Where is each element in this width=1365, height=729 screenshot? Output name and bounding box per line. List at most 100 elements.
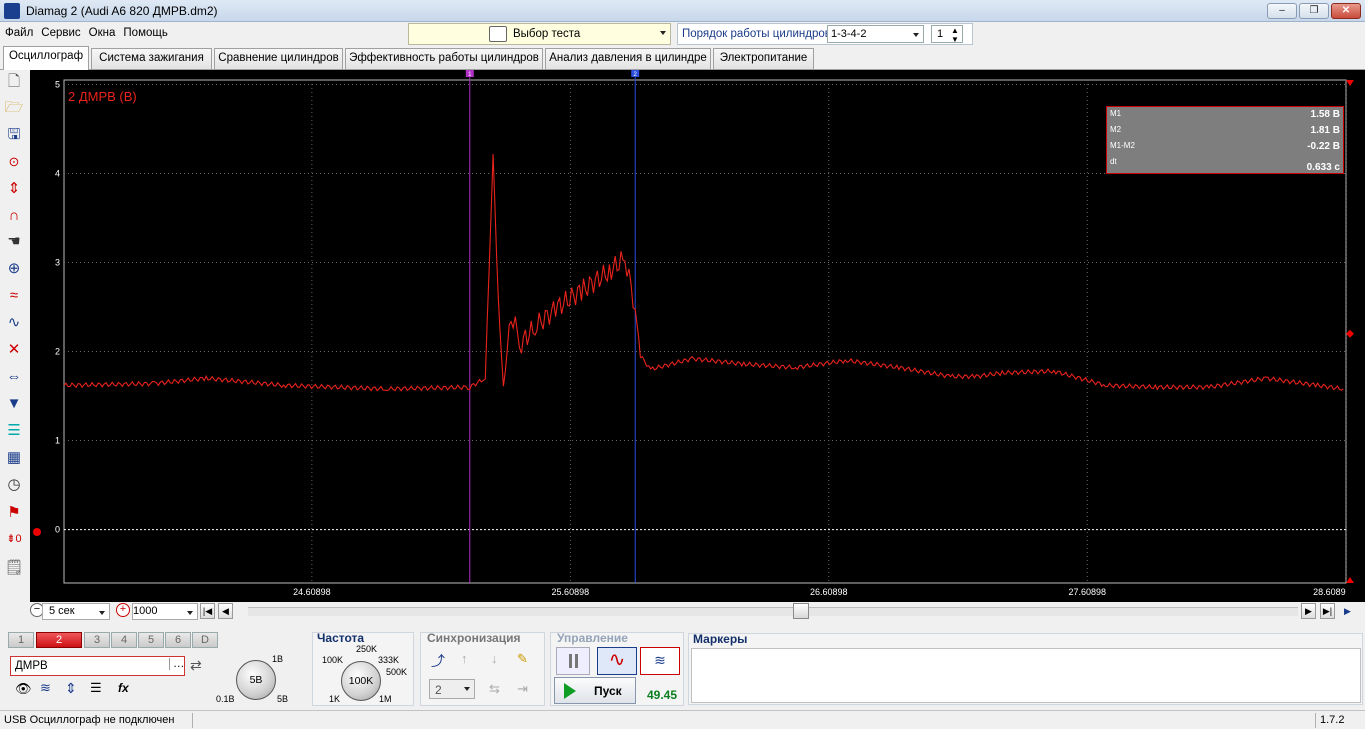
markers-list[interactable] [691,648,1361,703]
time-base-select[interactable]: 5 сек [42,603,110,620]
auto-trigger-icon[interactable]: ✎ [517,651,528,667]
horizontal-scrollbar[interactable] [248,603,1298,619]
chevron-down-icon [187,611,193,615]
points-select[interactable]: 1000 [132,603,198,620]
measure-m2: M2 1.81 В [1110,125,1340,136]
volt-scale-knob[interactable]: 5В [236,660,276,700]
eye-icon[interactable]: 👁 [15,681,32,697]
tab-pressure-analysis[interactable]: Анализ давления в цилиндре [545,48,711,69]
cylinder-spinner[interactable]: 1 ▲ ▼ [931,25,963,44]
invert-icon[interactable]: ⇕ [65,680,77,697]
sine-mode-button[interactable]: ∿ [597,647,637,675]
y-tick-label: 0 [55,525,60,535]
scroll-thumb[interactable] [793,603,809,619]
time-base-value: 5 сек [49,605,75,617]
chevron-down-icon [99,611,105,615]
flag-icon[interactable]: ⚑ [4,503,24,523]
go-start-icon[interactable]: |◀ [200,603,215,619]
control-title: Управление [557,631,628,645]
hand-pan-icon[interactable]: ☚ [4,232,24,252]
zoom-in-icon[interactable]: + [116,603,130,617]
run-button[interactable]: Пуск [554,677,636,704]
close-button[interactable]: ✕ [1331,3,1361,19]
x-tick-label: 28.6089 [1313,587,1346,597]
scroll-down-marker [1346,577,1354,583]
tab-cylinder-compare[interactable]: Сравнение цилиндров [214,48,343,69]
cylinder-spinner-value: 1 [937,28,944,40]
new-file-icon[interactable]: 🗋 [4,72,24,92]
zero-offset-icon[interactable]: ⇟0 [4,529,24,549]
freq-label-100k: 100K [322,655,344,665]
app-icon [4,3,20,19]
maximize-button[interactable]: ❐ [1299,3,1329,19]
tab-power-supply[interactable]: Электропитание [713,48,814,69]
window-title: Diamag 2 (Audi A6 820 ДМРВ.dm2) [26,4,218,18]
step-forward-icon[interactable]: ▶ [1301,603,1316,619]
channel-6-button[interactable]: 6 [165,632,191,648]
sync-channel-select[interactable]: 2 [429,679,475,699]
recorder-mode-button[interactable]: ≋ [640,647,680,675]
cylinder-order-select[interactable]: 1-3-4-2 [827,25,924,43]
menu-windows[interactable]: Окна [84,24,119,39]
function-icon[interactable]: fx [118,681,129,695]
zoom-icon[interactable]: ⊕ [4,259,24,279]
rise-trigger-icon[interactable]: ⤴ [431,651,445,671]
channel-2-button[interactable]: 2 [36,632,82,648]
channel-1-button[interactable]: 1 [8,632,34,648]
go-end-icon[interactable]: ▶| [1320,603,1335,619]
test-select-label: Выбор теста [513,28,581,40]
menu-service[interactable]: Сервис [36,24,83,39]
channel-d-button[interactable]: D [192,632,218,648]
tab-ignition[interactable]: Система зажигания [91,48,212,69]
more-icon[interactable]: … [169,658,185,670]
cylinder-order-label: Порядок работы цилиндров [682,28,831,40]
save-icon[interactable]: 🖫 [4,125,24,145]
menu-file[interactable]: Файл [0,24,36,39]
lines-icon[interactable]: ☰ [90,680,102,696]
cylinder-order-panel: Порядок работы цилиндров 1-3-4-2 1 ▲ ▼ [677,23,973,45]
play-icon[interactable]: ▶ [1340,603,1355,619]
notes-icon[interactable]: 🗒 [4,558,24,578]
channel-3-button[interactable]: 3 [84,632,110,648]
wave-stack-icon[interactable]: ∿ [4,313,24,333]
up-trigger-icon[interactable]: ↑ [461,651,468,666]
down-trigger-icon[interactable]: ↓ [491,651,498,666]
channel-4-button[interactable]: 4 [111,632,137,648]
test-gear-icon [489,26,507,42]
channel-name-input[interactable]: ДМРВ… [10,656,185,676]
pause-button[interactable] [556,647,590,675]
tab-oscilloscope[interactable]: Осциллограф [3,46,89,70]
markers-title: Маркеры [693,632,748,646]
y-tick-label: 1 [55,436,60,446]
minimize-button[interactable]: – [1267,3,1297,19]
grid-icon[interactable]: ▦ [4,448,24,468]
frequency-knob[interactable]: 100K [341,661,381,701]
auto-clock-icon[interactable]: ◷ [4,475,24,495]
measurements-box: M1 1.58 В M2 1.81 В M1-M2 -0.22 В dt 0.633 с [1106,106,1344,174]
freq-label-250k: 250K [356,644,378,654]
align-icon[interactable]: ⇔ [4,367,24,387]
y-tick-label: 2 [55,347,60,357]
zero-marker-dot[interactable] [33,528,41,536]
x-tick-label: 24.60898 [293,587,331,597]
menu-help[interactable]: Помощь [118,24,170,39]
step-back-icon[interactable]: ◀ [218,603,233,619]
auto-scale-icon[interactable]: ⊙ [4,152,24,172]
channel-5-button[interactable]: 5 [138,632,164,648]
channel-settings-icon[interactable]: ⇄ [190,657,202,674]
test-select-dropdown[interactable]: Выбор теста [408,23,671,45]
curve-icon[interactable]: ∩ [4,206,24,226]
layers-icon[interactable]: ☰ [4,421,24,441]
cross-icon[interactable]: ✕ [4,340,24,360]
channel-wave-icon[interactable]: ≋ [40,680,51,696]
sync-spread-icon[interactable]: ⇆ [489,681,500,697]
play-icon [564,683,576,699]
sync-join-icon[interactable]: ⇥ [517,681,528,697]
filter-icon[interactable]: ▼ [4,394,24,414]
tab-cylinder-efficiency[interactable]: Эффективность работы цилиндров [345,48,543,69]
measure-diff: M1-M2 -0.22 В [1110,141,1340,152]
measure-icon[interactable]: ⇕ [4,179,24,199]
open-folder-icon[interactable]: 🗁 [4,98,24,118]
cylinder-order-value: 1-3-4-2 [831,28,867,40]
wave-icon[interactable]: ≈ [4,286,24,306]
